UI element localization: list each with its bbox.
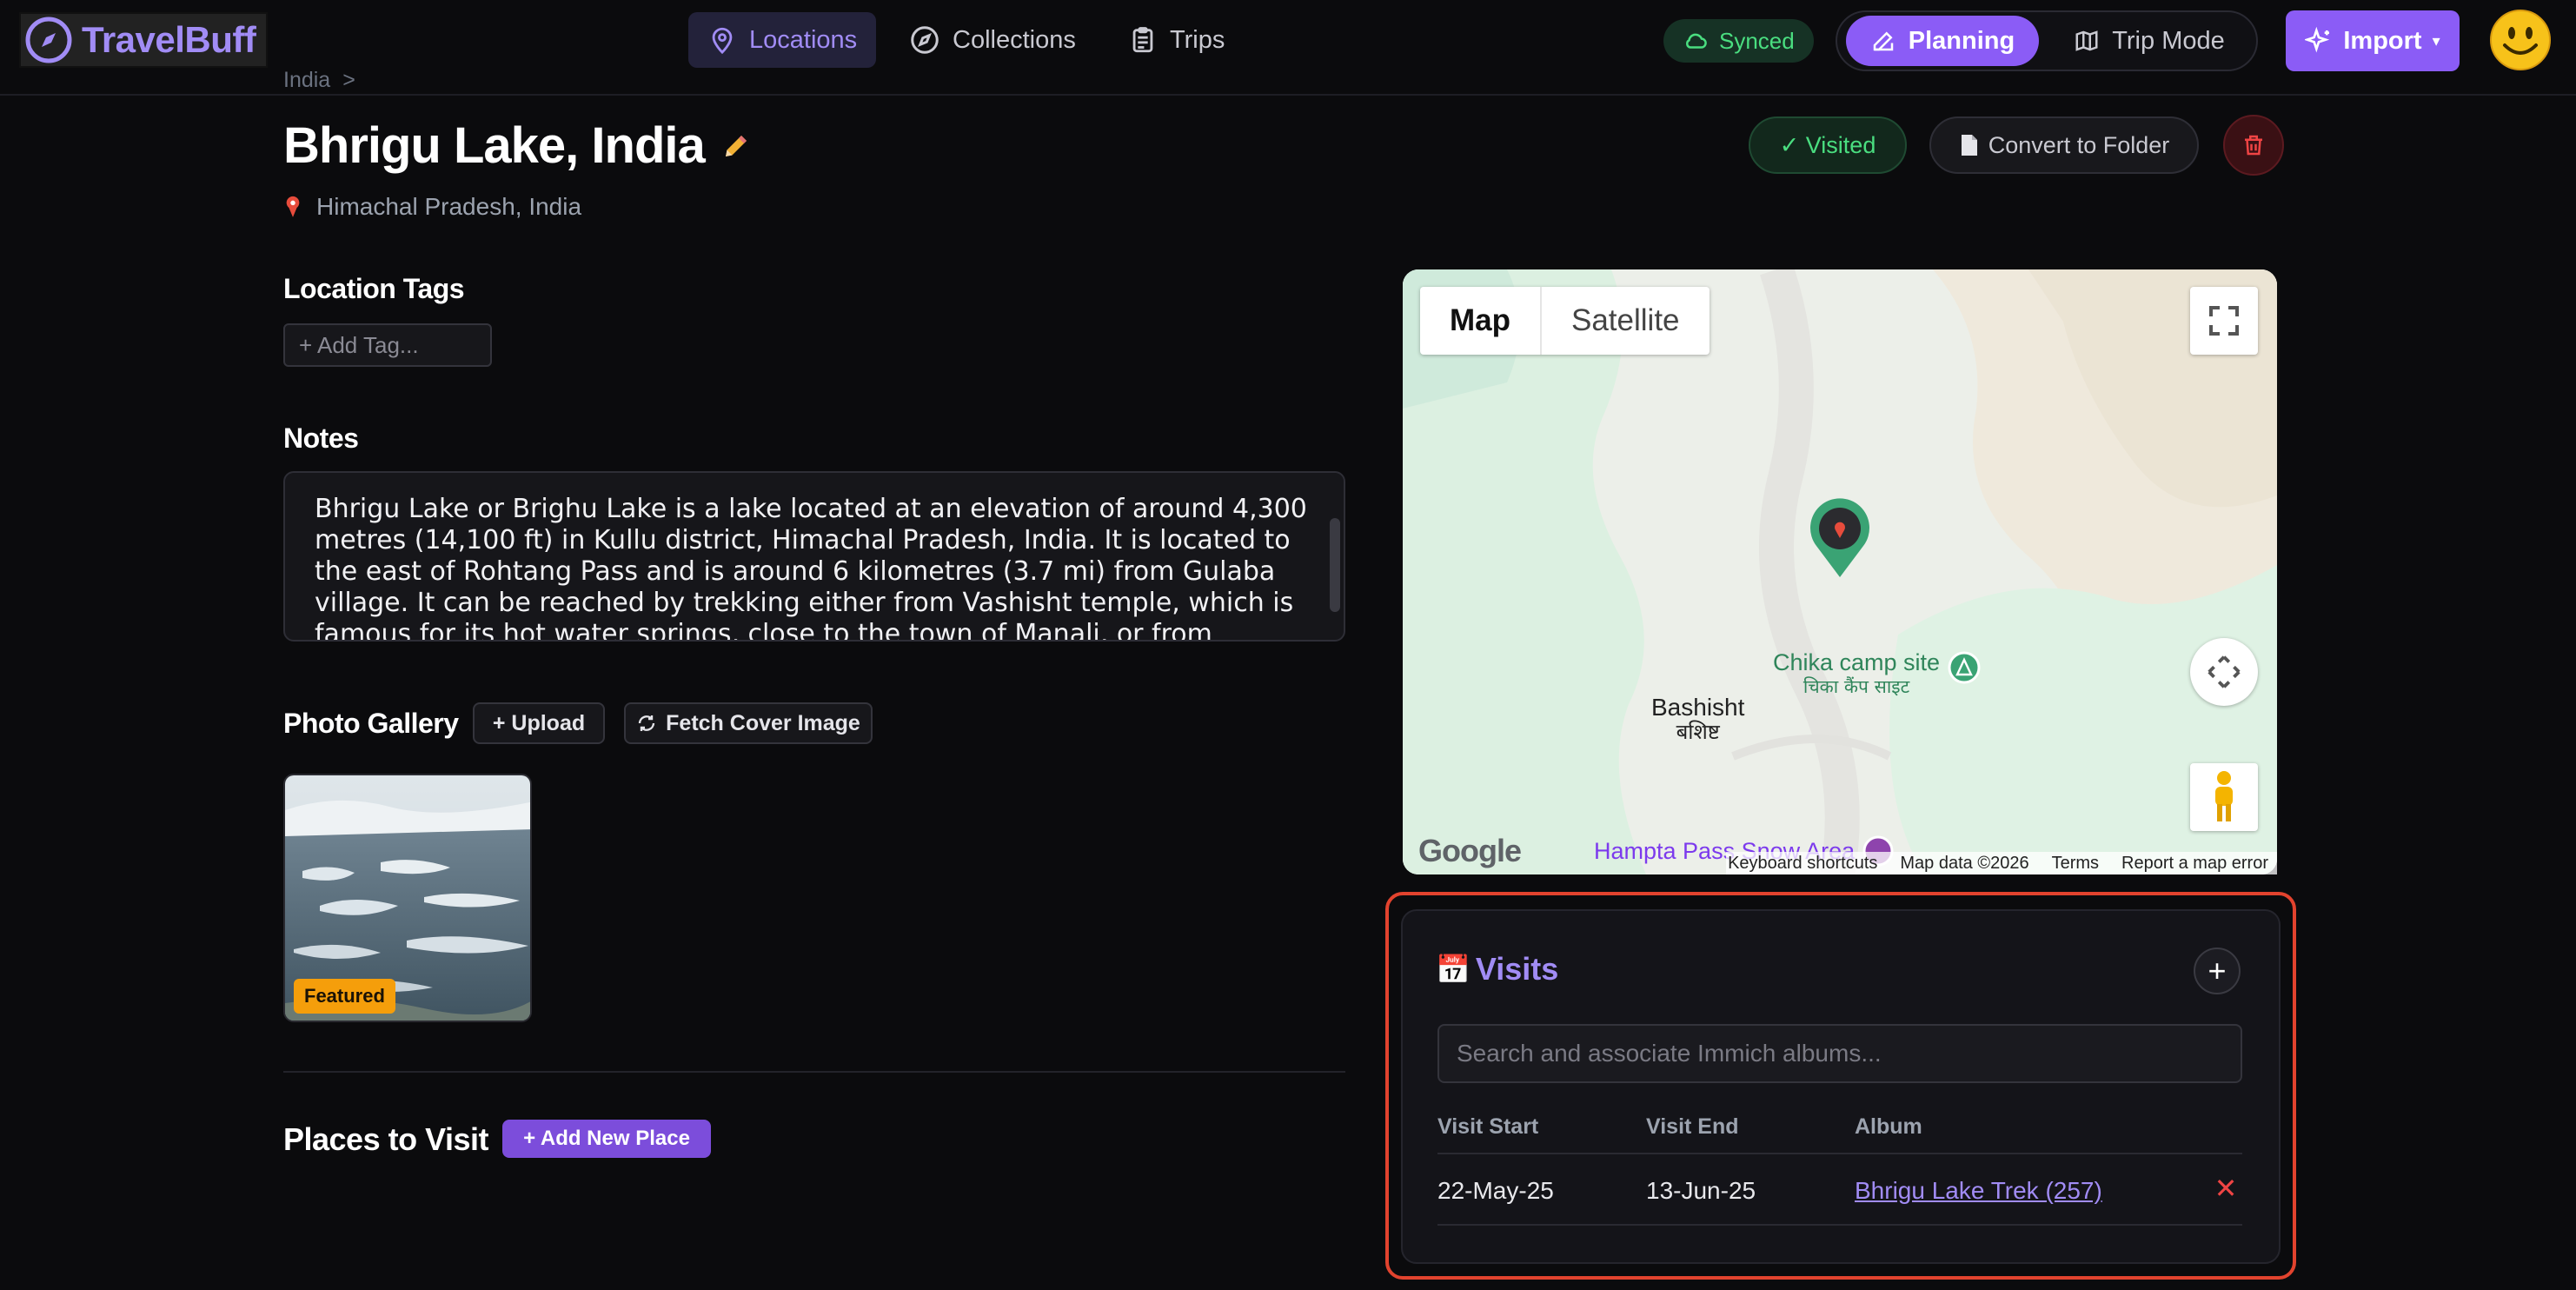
album-link[interactable]: Bhrigu Lake Trek (257) [1855,1177,2102,1205]
fetch-cover-image-button[interactable]: Fetch Cover Image [624,702,873,744]
calendar-icon: 📅 [1436,953,1471,986]
column-header-visit-start: Visit Start [1437,1114,1539,1139]
places-to-visit-heading: Places to Visit [283,1121,488,1157]
compass-icon [909,24,940,56]
album-search-input[interactable] [1437,1024,2242,1083]
edit-icon [1870,28,1896,54]
breadcrumb: India > [283,68,355,93]
trash-icon [2241,132,2267,158]
location-marker-icon[interactable] [1808,497,1872,579]
app-name: TravelBuff [82,19,256,60]
import-label: Import [2343,26,2422,55]
map-label-chika-local: चिका कैंप साइट [1803,676,1910,697]
delete-location-button[interactable] [2223,115,2284,176]
column-header-visit-end: Visit End [1646,1114,1739,1139]
street-view-pegman-button[interactable] [2190,763,2258,831]
terms-link[interactable]: Terms [2052,854,2099,874]
clipboard-icon [1128,25,1158,55]
map-attribution-bar: Keyboard shortcuts Map data ©2026 Terms … [1726,852,2277,874]
table-row-divider [1437,1224,2242,1226]
pin-icon [283,196,302,218]
visit-end-cell: 13-Jun-25 [1646,1177,1756,1204]
featured-badge: Featured [294,979,395,1014]
nav-locations-label: Locations [749,25,858,54]
sync-status-badge: Synced [1663,19,1814,63]
planning-mode-label: Planning [1908,26,2015,55]
add-visit-button[interactable]: + [2194,948,2241,994]
cloud-icon [1683,28,1709,54]
map-camera-control-button[interactable] [2190,638,2258,706]
photo-gallery-heading: Photo Gallery [283,708,459,739]
breadcrumb-separator: > [342,68,355,92]
pencil-icon[interactable] [720,130,752,162]
map-label-bashisht-name: Bashisht [1651,694,1745,721]
map-pin-icon [707,25,737,55]
trip-mode-button[interactable]: Trip Mode [2051,16,2247,66]
nav-trips[interactable]: Trips [1109,12,1244,68]
fetch-cover-image-label: Fetch Cover Image [666,710,860,735]
visited-button[interactable]: ✓ Visited [1749,116,1907,174]
breadcrumb-link-india[interactable]: India [283,68,330,93]
user-avatar[interactable] [2489,9,2552,71]
sync-status-label: Synced [1719,27,1795,54]
column-header-album: Album [1855,1114,1922,1139]
sparkles-icon [2305,27,2333,55]
compass-logo-icon [24,16,73,64]
app-logo[interactable]: TravelBuff [19,12,268,68]
visits-heading: 📅 Visits [1436,951,1558,987]
upload-photo-button[interactable]: + Upload [473,702,605,744]
notes-scrollbar[interactable] [1328,475,1342,638]
map-type-map-button[interactable]: Map [1420,287,1542,355]
fullscreen-icon [2207,303,2241,338]
map-fullscreen-button[interactable] [2190,287,2258,355]
chevron-down-icon: ▾ [2432,31,2440,50]
map-label-bashisht: Bashisht बशिष्ट [1651,694,1745,745]
notes-heading: Notes [283,422,359,454]
section-divider [283,1071,1345,1073]
add-new-place-button[interactable]: + Add New Place [502,1120,711,1158]
location-region-label: Himachal Pradesh, India [316,193,582,220]
visit-start-cell: 22-May-25 [1437,1177,1554,1204]
remove-visit-button[interactable]: ✕ [2213,1173,2239,1204]
move-arrows-icon [2204,652,2244,692]
map-fold-icon [2074,28,2100,54]
notes-textarea[interactable]: Bhrigu Lake or Brighu Lake is a lake loc… [283,471,1345,642]
nav-collections-label: Collections [953,25,1076,54]
convert-to-folder-button[interactable]: Convert to Folder [1929,116,2199,174]
map-data-label: Map data ©2026 [1900,853,2029,873]
nav-locations[interactable]: Locations [688,12,877,68]
add-tag-button[interactable]: + Add Tag... [283,323,492,367]
convert-to-folder-label: Convert to Folder [1988,131,2170,158]
trip-mode-label: Trip Mode [2112,26,2225,55]
map-label-chika-camp[interactable]: Chika camp site चिका कैंप साइट [1773,650,1982,699]
map-type-satellite-button[interactable]: Satellite [1542,287,1710,355]
planning-mode-button[interactable]: Planning [1846,16,2039,66]
location-tags-heading: Location Tags [283,273,465,304]
location-title: Bhrigu Lake, India [283,117,706,174]
location-region: Himachal Pradesh, India [283,193,581,221]
notes-text: Bhrigu Lake or Brighu Lake is a lake loc… [315,494,1307,642]
table-header-divider [1437,1153,2242,1154]
nav-trips-label: Trips [1170,25,1225,54]
refresh-icon [636,713,657,734]
visits-title: Visits [1475,951,1559,987]
report-map-error-link[interactable]: Report a map error [2121,854,2268,874]
map-label-chika-name: Chika camp site [1773,649,1941,675]
keyboard-shortcuts-link[interactable]: Keyboard shortcuts [1728,854,1877,874]
map-type-switch: Map Satellite [1420,287,1710,355]
document-icon [1959,133,1980,157]
nav-collections[interactable]: Collections [890,12,1095,68]
page-title: Bhrigu Lake, India [283,116,752,175]
map-label-bashisht-local: बशिष्ट [1676,720,1720,744]
pegman-icon [2207,769,2241,825]
google-logo: Google [1418,833,1522,868]
campsite-icon [1947,650,1982,685]
import-button[interactable]: Import ▾ [2286,10,2460,71]
